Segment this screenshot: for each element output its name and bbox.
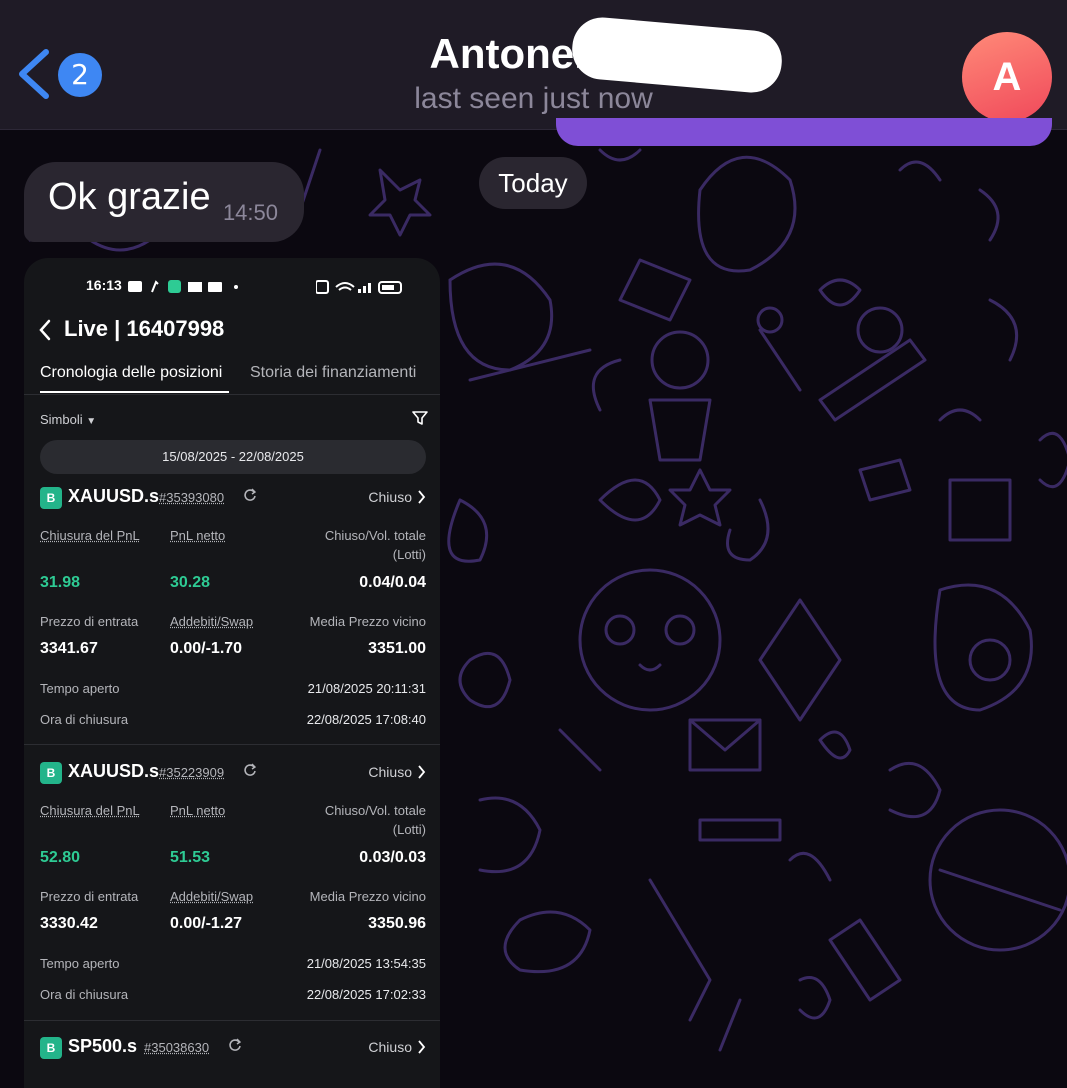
position-id[interactable]: #35223909 [159, 765, 224, 780]
open-time-value: 21/08/2025 20:11:31 [307, 681, 426, 696]
net-pnl-label: PnL netto [170, 803, 226, 818]
closing-pnl-value: 52.80 [40, 849, 81, 866]
entry-price-value: 3330.42 [40, 915, 98, 932]
filter-row: Simboli ▼ [40, 410, 428, 430]
active-tab-indicator [40, 391, 229, 393]
image-message[interactable]: 16:13 Live | 16407998 Cronologia delle p… [24, 258, 440, 1088]
avg-close-value: 3350.96 [368, 915, 426, 932]
close-time-value: 22/08/2025 17:08:40 [306, 712, 426, 727]
position-header[interactable]: B SP500.s #35038630 Chiuso [40, 1036, 426, 1060]
charges-swap-value: 0.00/-1.27 [170, 915, 243, 932]
message-text: Ok grazie [48, 176, 211, 218]
position-status: Chiuso [368, 489, 412, 505]
position-id[interactable]: #35038630 [144, 1040, 209, 1055]
buy-badge: B [40, 487, 62, 509]
closing-pnl-value: 31.98 [40, 574, 81, 591]
volume-value: 0.03/0.03 [359, 849, 426, 866]
filter-icon[interactable] [412, 410, 428, 426]
message-time: 14:50 [222, 200, 278, 225]
tab-funding-history[interactable]: Storia dei finanziamenti [250, 364, 416, 382]
account-title: Live | 16407998 [64, 316, 225, 341]
position-status: Chiuso [368, 764, 412, 780]
position-symbol: SP500.s [68, 1036, 138, 1056]
lots-label: (Lotti) [392, 547, 426, 562]
share-icon[interactable] [243, 763, 257, 777]
position-symbol: XAUUSD.s [68, 486, 160, 506]
share-icon[interactable] [228, 1038, 242, 1052]
position-card[interactable]: B SP500.s #35038630 Chiuso [40, 1036, 426, 1066]
avg-close-label: Media Prezzo vicino [309, 614, 426, 629]
divider [24, 394, 440, 395]
chevron-left-icon[interactable] [38, 319, 52, 341]
notification-icons [128, 280, 238, 293]
net-pnl-label: PnL netto [170, 528, 226, 543]
position-header[interactable]: B XAUUSD.s #35223909 Chiuso [40, 761, 426, 785]
close-time-value: 22/08/2025 17:02:33 [306, 987, 426, 1002]
outgoing-message-bubble-partial[interactable] [556, 118, 1052, 146]
symbols-filter[interactable]: Simboli ▼ [40, 412, 96, 427]
chevron-right-icon [418, 1040, 426, 1054]
last-seen-status: last seen just now [414, 82, 653, 115]
caret-down-icon: ▼ [86, 416, 97, 427]
net-pnl-value: 51.53 [170, 849, 211, 866]
avg-close-value: 3351.00 [368, 640, 426, 657]
entry-price-label: Prezzo di entrata [40, 614, 139, 629]
charges-swap-label: Addebiti/Swap [170, 614, 254, 629]
account-title-row: Live | 16407998 [38, 316, 428, 346]
open-time-label: Tempo aperto [40, 956, 120, 971]
position-card[interactable]: B XAUUSD.s #35393080 Chiuso Chiusura del… [40, 486, 426, 746]
chevron-right-icon [418, 765, 426, 779]
lots-label: (Lotti) [392, 822, 426, 837]
open-time-value: 21/08/2025 13:54:35 [306, 956, 426, 971]
closing-pnl-label: Chiusura del PnL [40, 803, 140, 818]
entry-price-value: 3341.67 [40, 640, 98, 657]
close-time-label: Ora di chiusura [40, 712, 129, 727]
phone-clock: 16:13 [86, 277, 122, 293]
charges-swap-label: Addebiti/Swap [170, 889, 254, 904]
symbols-filter-label: Simboli [40, 412, 83, 427]
close-time-label: Ora di chiusura [40, 987, 129, 1002]
avg-close-label: Media Prezzo vicino [309, 889, 426, 904]
entry-price-label: Prezzo di entrata [40, 889, 139, 904]
position-status: Chiuso [368, 1039, 412, 1055]
position-card[interactable]: B XAUUSD.s #35223909 Chiuso Chiusura del… [40, 761, 426, 1021]
position-header[interactable]: B XAUUSD.s #35393080 Chiuso [40, 486, 426, 510]
chat-header: 2 Antonella M last seen just now A [0, 0, 1067, 130]
divider [24, 744, 440, 745]
phone-status-bar: 16:13 [24, 276, 440, 298]
buy-badge: B [40, 1037, 62, 1059]
chevron-right-icon [418, 490, 426, 504]
tab-position-history[interactable]: Cronologia delle posizioni [40, 364, 222, 382]
open-time-label: Tempo aperto [40, 681, 120, 696]
net-pnl-value: 30.28 [170, 574, 211, 591]
closing-pnl-label: Chiusura del PnL [40, 528, 140, 543]
divider [24, 1020, 440, 1021]
contact-name[interactable]: Antonella M [0, 30, 1067, 78]
signal-battery-icons [316, 280, 402, 294]
buy-badge: B [40, 762, 62, 784]
date-separator: Today [479, 157, 587, 209]
date-range-picker[interactable]: 15/08/2025 - 22/08/2025 [40, 440, 426, 474]
volume-value: 0.04/0.04 [359, 574, 426, 591]
avatar[interactable]: A [962, 32, 1052, 122]
position-symbol: XAUUSD.s [68, 761, 160, 781]
incoming-message-bubble[interactable]: Ok grazie 14:50 [24, 162, 304, 242]
share-icon[interactable] [243, 488, 257, 502]
volume-label: Chiuso/Vol. totale [324, 528, 426, 543]
charges-swap-value: 0.00/-1.70 [170, 640, 243, 657]
position-id[interactable]: #35393080 [159, 490, 224, 505]
volume-label: Chiuso/Vol. totale [324, 803, 426, 818]
